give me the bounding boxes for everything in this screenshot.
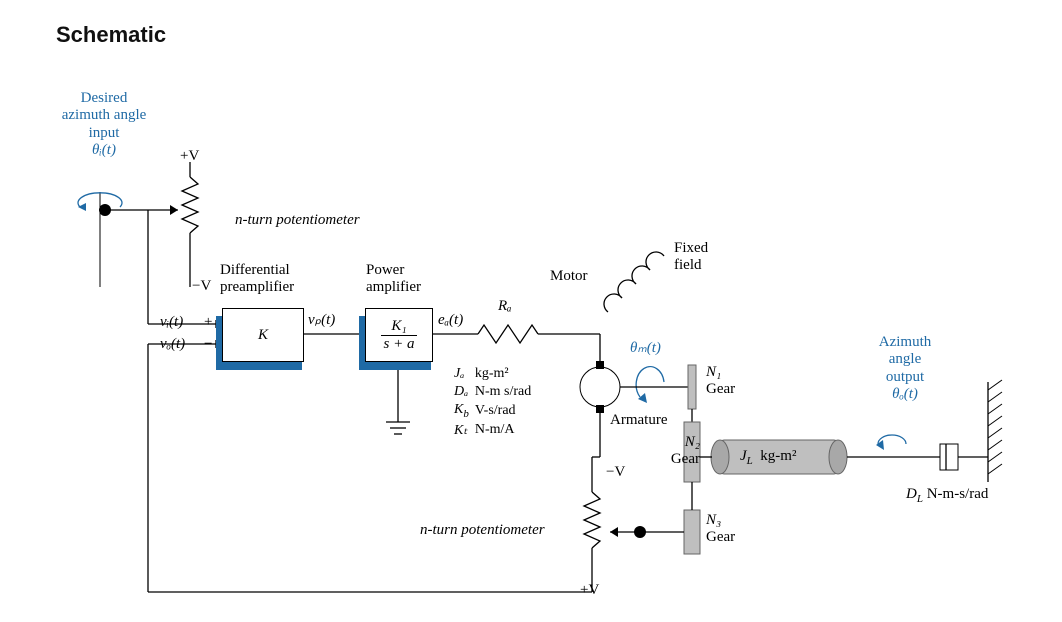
- armature-label: Armature: [610, 412, 667, 429]
- n1-label: N₁Gear: [706, 364, 735, 399]
- vo-label: vₒ(t): [160, 336, 185, 353]
- motor-params: Jₐkg-m² DₐN-m s/rad KbV-s/rad KₜN-m/A: [452, 364, 537, 441]
- fb-minus-v: −V: [606, 464, 625, 481]
- gear-n1-icon: [688, 365, 696, 409]
- sum-plus: +: [204, 314, 212, 331]
- schematic-canvas: Desired azimuth angle input θᵢ(t) +V −V …: [40, 62, 1040, 602]
- input-label: Desired azimuth angle input θᵢ(t): [44, 90, 164, 159]
- schematic-svg: [40, 62, 1040, 602]
- feedback-potentiometer-icon: [584, 457, 600, 560]
- gear-n3-icon: [684, 510, 700, 554]
- vp-label: vₚ(t): [308, 312, 335, 329]
- diffamp-gain: K: [258, 327, 268, 344]
- n3-label: N₃Gear: [706, 512, 735, 547]
- thetam-label: θₘ(t): [630, 340, 661, 357]
- output-label: Azimuth angle output θₒ(t): [860, 334, 950, 403]
- resistor-ra-icon: [478, 325, 538, 343]
- sum-minus: −: [204, 336, 212, 353]
- input-pot-label: n-turn potentiometer: [235, 212, 360, 229]
- motor-armature-icon: [580, 361, 620, 413]
- power-amp-block: K₁ s + a: [365, 308, 431, 364]
- wall-hatch-icon: [988, 380, 1002, 482]
- poweramp-tf: K₁ s + a: [381, 319, 418, 352]
- plus-v-top: +V: [180, 148, 199, 165]
- theta-m-arrow-icon: [636, 367, 664, 403]
- input-shaft-icon: [78, 192, 122, 287]
- feedback-pot-label: n-turn potentiometer: [420, 522, 545, 539]
- jl-label: JL kg-m²: [740, 448, 796, 468]
- minus-v-top: −V: [192, 278, 211, 295]
- damper-icon: [910, 444, 988, 470]
- ra-label: Rₐ: [498, 298, 512, 315]
- section-title: Schematic: [56, 22, 1022, 48]
- vi-label: vᵢ(t): [160, 314, 183, 331]
- n2-label: N₂Gear: [660, 434, 700, 469]
- ea-label: eₐ(t): [438, 312, 463, 329]
- diff-preamp-block: K: [222, 308, 302, 364]
- fixed-field-coil-icon: [604, 252, 664, 312]
- poweramp-label: Poweramplifier: [366, 262, 421, 297]
- diffamp-label: Differentialpreamplifier: [220, 262, 294, 297]
- dl-label: DL N-m-s/rad: [906, 486, 988, 506]
- feedback-wiper-knob: [634, 526, 646, 538]
- fixed-field-label: Fixedfield: [674, 240, 708, 275]
- motor-label: Motor: [550, 268, 588, 285]
- output-rotation-icon: [876, 435, 906, 450]
